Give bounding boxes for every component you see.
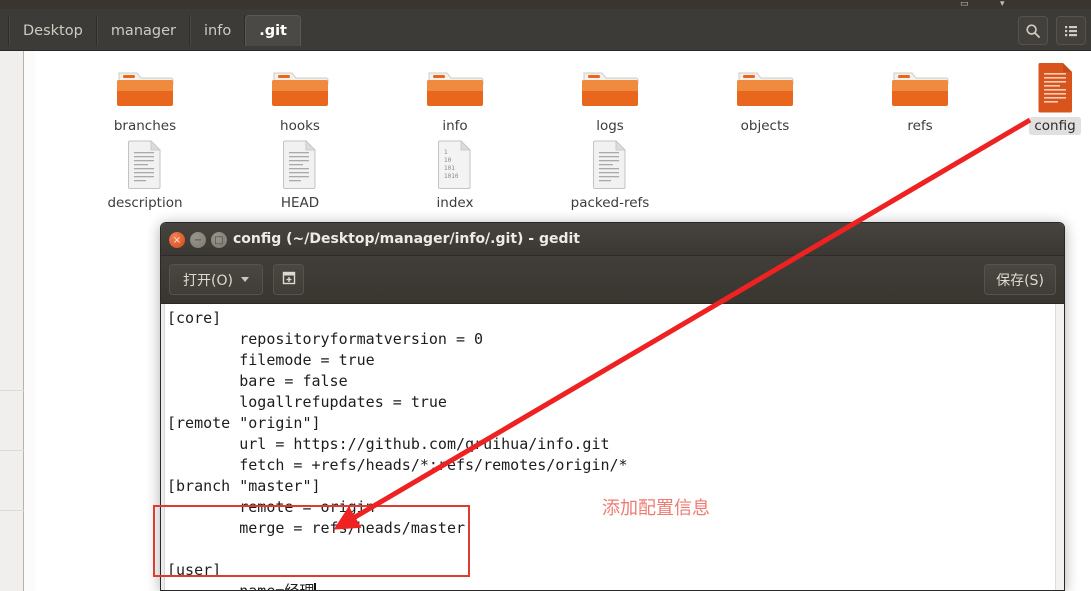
- file-item-label: logs: [596, 118, 624, 134]
- gedit-titlebar[interactable]: × − □ config (~/Desktop/manager/info/.gi…: [161, 223, 1064, 256]
- breadcrumb-item-partial[interactable]: [0, 15, 9, 46]
- file-item-label: branches: [113, 118, 177, 134]
- save-button[interactable]: 保存(S): [984, 264, 1056, 295]
- file-item-label: info: [442, 118, 468, 134]
- folder-icon: [865, 61, 975, 113]
- caret-down-icon: ▾: [1000, 0, 1005, 9]
- folder-icon: [245, 61, 355, 113]
- folder-icon: [555, 61, 665, 113]
- sidebar-divider-2: [0, 450, 24, 510]
- search-button[interactable]: [1018, 16, 1048, 45]
- text-file-icon: [555, 138, 665, 190]
- text-cursor: [314, 583, 317, 590]
- sidebar-divider-3: [0, 510, 24, 570]
- code-line: name=经理: [167, 582, 315, 591]
- close-button[interactable]: ×: [169, 232, 185, 248]
- file-item-label: HEAD: [280, 195, 320, 211]
- screen: ▭ ▾ Desktop manager info .git branches h…: [0, 0, 1091, 591]
- svg-text:101: 101: [444, 165, 455, 172]
- breadcrumb: Desktop manager info .git: [0, 15, 301, 46]
- file-manager-header: Desktop manager info .git: [0, 9, 1091, 51]
- file-item-objects[interactable]: objects: [710, 61, 820, 135]
- binary-file-icon: 1 10 101 1010: [400, 138, 510, 190]
- system-status-strip: ▭ ▾: [0, 0, 1091, 9]
- svg-text:10: 10: [444, 157, 452, 164]
- code-line: merge = refs/heads/master: [167, 519, 466, 537]
- file-item-packed-refs[interactable]: packed-refs: [555, 138, 665, 212]
- open-button[interactable]: 打开(O): [169, 264, 263, 295]
- file-item-refs[interactable]: refs: [865, 61, 975, 135]
- minimize-button[interactable]: −: [190, 232, 206, 248]
- breadcrumb-item-git[interactable]: .git: [245, 15, 301, 46]
- code-line: bare = false: [167, 372, 348, 390]
- breadcrumb-item-info[interactable]: info: [190, 15, 246, 46]
- file-item-label: packed-refs: [570, 195, 650, 211]
- icon-grid: branches hooks info logs objects refs co…: [35, 51, 1091, 211]
- file-item-hooks[interactable]: hooks: [245, 61, 355, 135]
- file-item-info[interactable]: info: [400, 61, 510, 135]
- chevron-down-icon: [240, 277, 249, 282]
- breadcrumb-item-manager[interactable]: manager: [96, 15, 190, 46]
- text-file-icon: [90, 138, 200, 190]
- gedit-text-area[interactable]: [core] repositoryformatversion = 0 filem…: [161, 304, 1064, 591]
- vertical-scrollbar[interactable]: [1055, 304, 1064, 590]
- document-text[interactable]: [core] repositoryformatversion = 0 filem…: [167, 308, 628, 591]
- file-item-label: hooks: [280, 118, 320, 134]
- open-button-label: 打开(O): [183, 272, 233, 289]
- search-icon: [1025, 23, 1041, 39]
- code-line: repositoryformatversion = 0: [167, 330, 484, 348]
- annotation-note: 添加配置信息: [602, 498, 710, 519]
- save-button-label: 保存(S): [996, 272, 1044, 289]
- sidebar-panel[interactable]: [0, 51, 24, 591]
- gedit-toolbar: 打开(O) 保存(S): [161, 256, 1064, 304]
- view-options-icon: [1063, 23, 1079, 39]
- folder-icon: [90, 61, 200, 113]
- svg-text:1010: 1010: [444, 173, 459, 180]
- window-controls: × − □: [169, 232, 227, 248]
- sidebar-gap: [24, 51, 35, 591]
- code-line: [core]: [167, 309, 222, 327]
- code-line: [user]: [167, 561, 222, 579]
- file-item-label: description: [107, 195, 183, 211]
- code-line: filemode = true: [167, 351, 375, 369]
- view-options-button[interactable]: [1056, 16, 1086, 45]
- code-line: [branch "master"]: [167, 477, 321, 495]
- new-document-button[interactable]: [273, 264, 304, 295]
- code-line: logallrefupdates = true: [167, 393, 447, 411]
- code-line: [remote "origin"]: [167, 414, 321, 432]
- breadcrumb-item-desktop[interactable]: Desktop: [9, 15, 97, 46]
- gedit-title: config (~/Desktop/manager/info/.git) - g…: [233, 231, 580, 247]
- maximize-button[interactable]: □: [211, 232, 227, 248]
- text-file-icon: [1000, 61, 1091, 113]
- file-item-index[interactable]: 1 10 101 1010 index: [400, 138, 510, 212]
- code-line: url = https://github.com/qruihua/info.gi…: [167, 435, 610, 453]
- folder-icon: [400, 61, 510, 113]
- file-item-description[interactable]: description: [90, 138, 200, 212]
- code-line: remote = origin: [167, 498, 375, 516]
- folder-icon: [710, 61, 820, 113]
- file-item-config[interactable]: config: [1000, 61, 1091, 135]
- file-item-label: refs: [907, 118, 933, 134]
- code-line: fetch = +refs/heads/*:refs/remotes/origi…: [167, 456, 628, 474]
- file-item-logs[interactable]: logs: [555, 61, 665, 135]
- new-document-icon: [281, 270, 297, 290]
- file-item-branches[interactable]: branches: [90, 61, 200, 135]
- sidebar-divider-1: [0, 390, 24, 450]
- gedit-window: × − □ config (~/Desktop/manager/info/.gi…: [160, 222, 1065, 591]
- file-item-head[interactable]: HEAD: [245, 138, 355, 212]
- file-item-label: objects: [740, 118, 790, 134]
- file-item-label: config: [1029, 117, 1081, 135]
- svg-text:1: 1: [444, 149, 448, 156]
- battery-icon: ▭: [960, 0, 969, 9]
- text-file-icon: [245, 138, 355, 190]
- file-item-label: index: [436, 195, 474, 211]
- gutter: [161, 304, 165, 590]
